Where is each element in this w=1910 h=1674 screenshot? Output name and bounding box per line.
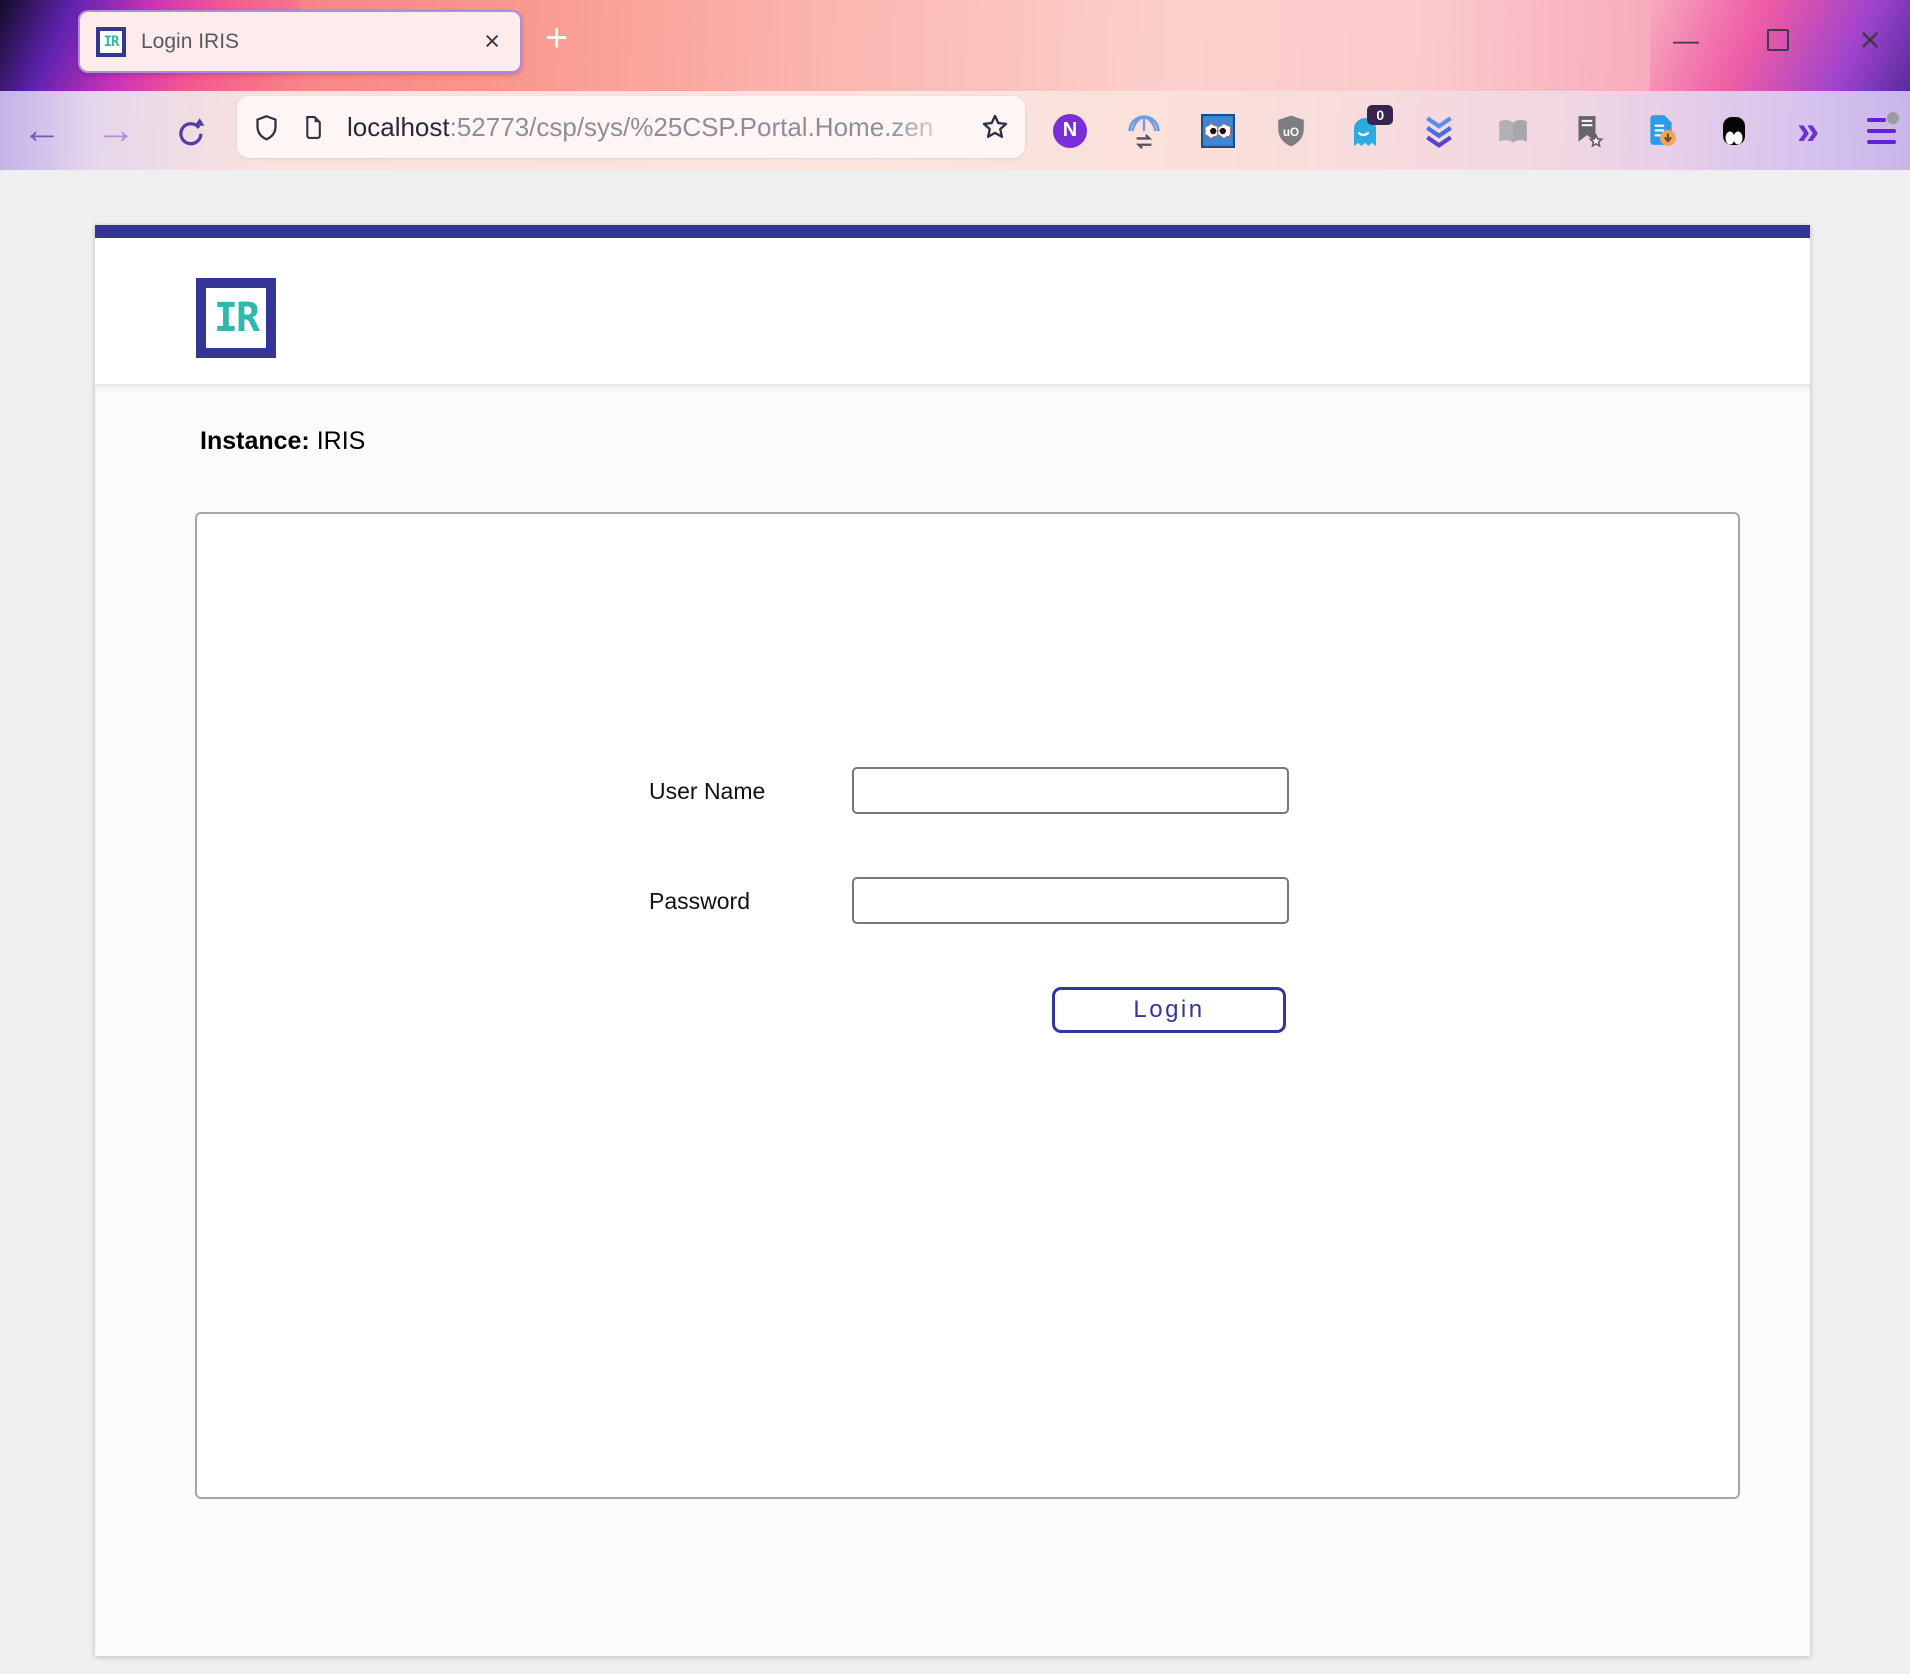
document-download-extension-button[interactable] bbox=[1643, 113, 1679, 149]
iris-favicon-icon: IR bbox=[96, 27, 126, 57]
bookmark-flag-star-icon bbox=[1570, 114, 1604, 148]
username-label: User Name bbox=[649, 778, 765, 805]
login-form-panel: User Name Password Login bbox=[195, 512, 1740, 1499]
login-button[interactable]: Login bbox=[1052, 987, 1286, 1033]
shield-icon[interactable] bbox=[253, 114, 280, 141]
double-chevron-icon: » bbox=[1797, 111, 1819, 151]
reload-icon bbox=[175, 116, 205, 146]
tab-close-icon[interactable]: × bbox=[482, 28, 502, 55]
bookmark-flag-extension-button[interactable] bbox=[1569, 113, 1605, 149]
bookmark-star-icon[interactable] bbox=[981, 113, 1009, 141]
title-bar: IR Login IRIS × + — × bbox=[0, 0, 1910, 91]
close-window-button[interactable]: × bbox=[1848, 18, 1892, 62]
reader-extension-button[interactable] bbox=[1495, 113, 1531, 149]
forward-button[interactable]: → bbox=[88, 91, 144, 170]
instance-value: IRIS bbox=[310, 427, 366, 455]
login-page: IR Instance: IRIS User Name Password Log… bbox=[95, 225, 1810, 1656]
extension-toolbar: N uO bbox=[1052, 91, 1900, 170]
panda-face-icon bbox=[1718, 115, 1750, 147]
tab-title: Login IRIS bbox=[141, 30, 482, 54]
favicon-text: IR bbox=[104, 34, 119, 50]
url-text[interactable]: localhost:52773/csp/sys/%25CSP.Portal.Ho… bbox=[347, 112, 971, 143]
url-path: :52773/csp/sys/%25CSP.Portal.Home.zen bbox=[450, 112, 934, 142]
window-controls: — × bbox=[1664, 18, 1892, 62]
maximize-icon bbox=[1767, 29, 1789, 51]
chevrons-extension-button[interactable] bbox=[1421, 113, 1457, 149]
ghost-extension-button[interactable]: 0 bbox=[1347, 113, 1383, 149]
notification-dot bbox=[1887, 112, 1899, 124]
instance-line: Instance: IRIS bbox=[200, 427, 365, 456]
menu-button[interactable] bbox=[1864, 113, 1900, 149]
back-button[interactable]: ← bbox=[14, 91, 70, 170]
umbrella-extension-button[interactable] bbox=[1126, 113, 1162, 149]
page-header: IR bbox=[95, 238, 1810, 384]
umbrella-arrows-icon bbox=[1126, 113, 1162, 149]
iris-logo-text: IR bbox=[214, 295, 258, 341]
reload-button[interactable] bbox=[162, 91, 218, 170]
url-host: localhost bbox=[347, 112, 450, 142]
browser-window: IR Login IRIS × + — × ← → localhost:5277… bbox=[0, 0, 1910, 1674]
ublock-shield-icon: uO bbox=[1274, 114, 1308, 148]
page-info-icon[interactable] bbox=[300, 115, 325, 140]
document-download-icon bbox=[1644, 114, 1678, 148]
googly-eyes-extension-button[interactable] bbox=[1200, 113, 1236, 149]
maximize-button[interactable] bbox=[1756, 18, 1800, 62]
address-bar[interactable]: localhost:52773/csp/sys/%25CSP.Portal.Ho… bbox=[237, 96, 1025, 158]
new-tab-button[interactable]: + bbox=[545, 16, 568, 61]
ghost-badge-count: 0 bbox=[1367, 105, 1393, 125]
minimize-button[interactable]: — bbox=[1664, 18, 1708, 62]
iris-logo: IR bbox=[196, 278, 276, 358]
username-input[interactable] bbox=[852, 767, 1289, 814]
password-label: Password bbox=[649, 888, 750, 915]
ublock-extension-button[interactable]: uO bbox=[1273, 113, 1309, 149]
url-fade-overlay bbox=[891, 112, 971, 143]
page-accent-bar bbox=[95, 225, 1810, 238]
n-badge-icon: N bbox=[1053, 114, 1087, 148]
open-book-icon bbox=[1495, 114, 1531, 148]
toolbar-overflow-button[interactable]: » bbox=[1790, 113, 1826, 149]
triple-chevron-icon bbox=[1422, 114, 1456, 148]
panda-extension-button[interactable] bbox=[1716, 113, 1752, 149]
ublock-label: uO bbox=[1283, 125, 1299, 138]
n-extension-button[interactable]: N bbox=[1052, 113, 1088, 149]
hamburger-icon bbox=[1867, 118, 1897, 144]
instance-label: Instance: bbox=[200, 427, 310, 455]
password-input[interactable] bbox=[852, 877, 1289, 924]
googly-eyes-icon bbox=[1201, 114, 1235, 148]
page-body: Instance: IRIS User Name Password Login bbox=[95, 384, 1810, 1656]
browser-tab[interactable]: IR Login IRIS × bbox=[78, 10, 522, 73]
